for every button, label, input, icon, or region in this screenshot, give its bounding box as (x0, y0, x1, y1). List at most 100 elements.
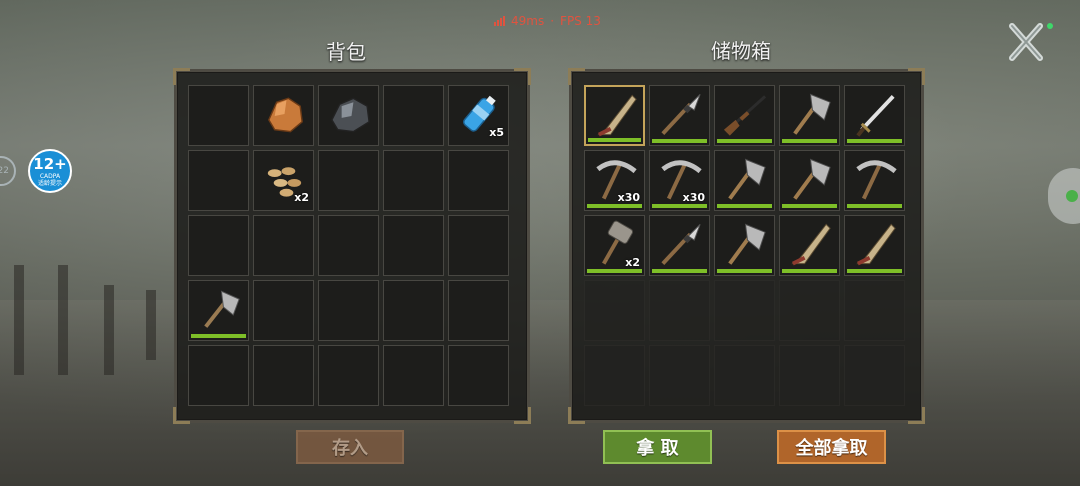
inventory-slot-empty[interactable] (448, 280, 509, 341)
fence-post (58, 265, 68, 375)
inventory-slot-empty[interactable] (383, 150, 444, 211)
panel-corner (514, 68, 531, 85)
spear-icon (661, 94, 701, 135)
inventory-slot-pickaxe[interactable] (844, 150, 905, 211)
panel-corner (908, 68, 925, 85)
panel-corner (568, 68, 585, 85)
copper-ore-icon (267, 97, 303, 133)
inventory-slot-empty[interactable] (188, 150, 249, 211)
inventory-slot-empty[interactable] (779, 280, 840, 341)
inventory-slot-empty[interactable] (448, 150, 509, 211)
inventory-slot-bone-club[interactable] (844, 215, 905, 276)
inventory-slot-stone-hammer[interactable]: x2 (584, 215, 645, 276)
age-rating-age: 12+ (33, 155, 67, 173)
iron-ore-icon (331, 97, 370, 133)
inventory-slot-empty[interactable] (448, 215, 509, 276)
inventory-slot-empty[interactable] (584, 280, 645, 341)
inventory-slot-empty[interactable] (318, 150, 379, 211)
inventory-slot-empty[interactable] (649, 345, 710, 406)
inventory-slot-bone-club[interactable] (584, 85, 645, 146)
inventory-slot-empty[interactable] (844, 345, 905, 406)
inventory-slot-empty[interactable] (383, 345, 444, 406)
inventory-slot-seeds[interactable]: x2 (253, 150, 314, 211)
inventory-slot-empty[interactable] (649, 280, 710, 341)
inventory-slot-spear[interactable] (649, 85, 710, 146)
inventory-slot-spear[interactable] (649, 215, 710, 276)
close-button[interactable] (1006, 22, 1046, 62)
durability-bar (782, 204, 837, 208)
backpack-title: 背包 (326, 40, 366, 64)
fence-post (146, 290, 156, 360)
take-all-button[interactable]: 全部拿取 (777, 430, 886, 464)
durability-bar (717, 269, 772, 273)
close-icon (1009, 23, 1043, 61)
inventory-slot-empty[interactable] (584, 345, 645, 406)
item-quantity: x30 (617, 191, 640, 204)
perf-separator: · (550, 14, 555, 28)
inventory-slot-empty[interactable] (253, 345, 314, 406)
durability-bar (847, 204, 902, 208)
inventory-slot-empty[interactable] (188, 215, 249, 276)
durability-bar (782, 139, 837, 143)
durability-bar (717, 139, 772, 143)
take-button[interactable]: 拿 取 (603, 430, 712, 464)
panel-corner (173, 407, 190, 424)
deposit-button[interactable]: 存入 (296, 430, 404, 464)
sword-icon (856, 95, 895, 137)
inventory-slot-copper-ore[interactable] (253, 85, 314, 146)
inventory-slot-empty[interactable] (844, 280, 905, 341)
age-rating-sublabel: 适龄提示 (37, 180, 62, 187)
inventory-slot-empty[interactable] (318, 215, 379, 276)
inventory-slot-axe[interactable] (714, 215, 775, 276)
fps-text: FPS 13 (560, 14, 601, 28)
inventory-slot-empty[interactable] (188, 85, 249, 146)
fence-post (14, 265, 24, 375)
durability-bar (717, 204, 772, 208)
inventory-slot-iron-ore[interactable] (318, 85, 379, 146)
panel-corner (908, 407, 925, 424)
inventory-slot-empty[interactable] (383, 215, 444, 276)
durability-bar (587, 204, 642, 208)
inventory-slot-axe[interactable] (779, 85, 840, 146)
panel-corner (173, 68, 190, 85)
inventory-slot-empty[interactable] (253, 280, 314, 341)
inventory-slot-axe[interactable] (714, 150, 775, 211)
durability-bar (847, 269, 902, 273)
pickaxe-icon (856, 160, 897, 200)
durability-bar (588, 138, 641, 142)
inventory-slot-empty[interactable] (779, 345, 840, 406)
inventory-slot-empty[interactable] (318, 345, 379, 406)
inventory-slot-empty[interactable] (383, 85, 444, 146)
notification-dot (1047, 23, 1053, 29)
spear-icon (661, 224, 701, 265)
inventory-slot-empty[interactable] (714, 345, 775, 406)
inventory-slot-sword[interactable] (844, 85, 905, 146)
side-right-icon (1066, 190, 1078, 202)
fence-post (104, 285, 114, 375)
inventory-slot-hatchet[interactable] (188, 280, 249, 341)
hatchet-icon (204, 290, 240, 328)
inventory-slot-empty[interactable] (448, 345, 509, 406)
inventory-slot-pickaxe[interactable]: x30 (584, 150, 645, 211)
inventory-slot-water-bottle[interactable]: x5 (448, 85, 509, 146)
inventory-slot-pickaxe[interactable]: x30 (649, 150, 710, 211)
bone-club-icon (791, 223, 831, 266)
durability-bar (587, 269, 642, 273)
axe-icon (793, 158, 831, 200)
durability-bar (652, 204, 707, 208)
inventory-slot-empty[interactable] (188, 345, 249, 406)
axe-icon (793, 93, 831, 135)
signal-bars-icon (494, 16, 505, 26)
durability-bar (782, 269, 837, 273)
inventory-slot-empty[interactable] (714, 280, 775, 341)
axe-icon (728, 158, 766, 200)
inventory-slot-empty[interactable] (253, 215, 314, 276)
inventory-slot-axe[interactable] (779, 150, 840, 211)
inventory-slot-bone-club[interactable] (779, 215, 840, 276)
inventory-slot-empty[interactable] (383, 280, 444, 341)
bone-club-icon (597, 94, 637, 137)
ping-text: 49ms (511, 14, 545, 28)
storage-title: 储物箱 (711, 39, 771, 63)
inventory-slot-empty[interactable] (318, 280, 379, 341)
inventory-slot-rifle[interactable] (714, 85, 775, 146)
